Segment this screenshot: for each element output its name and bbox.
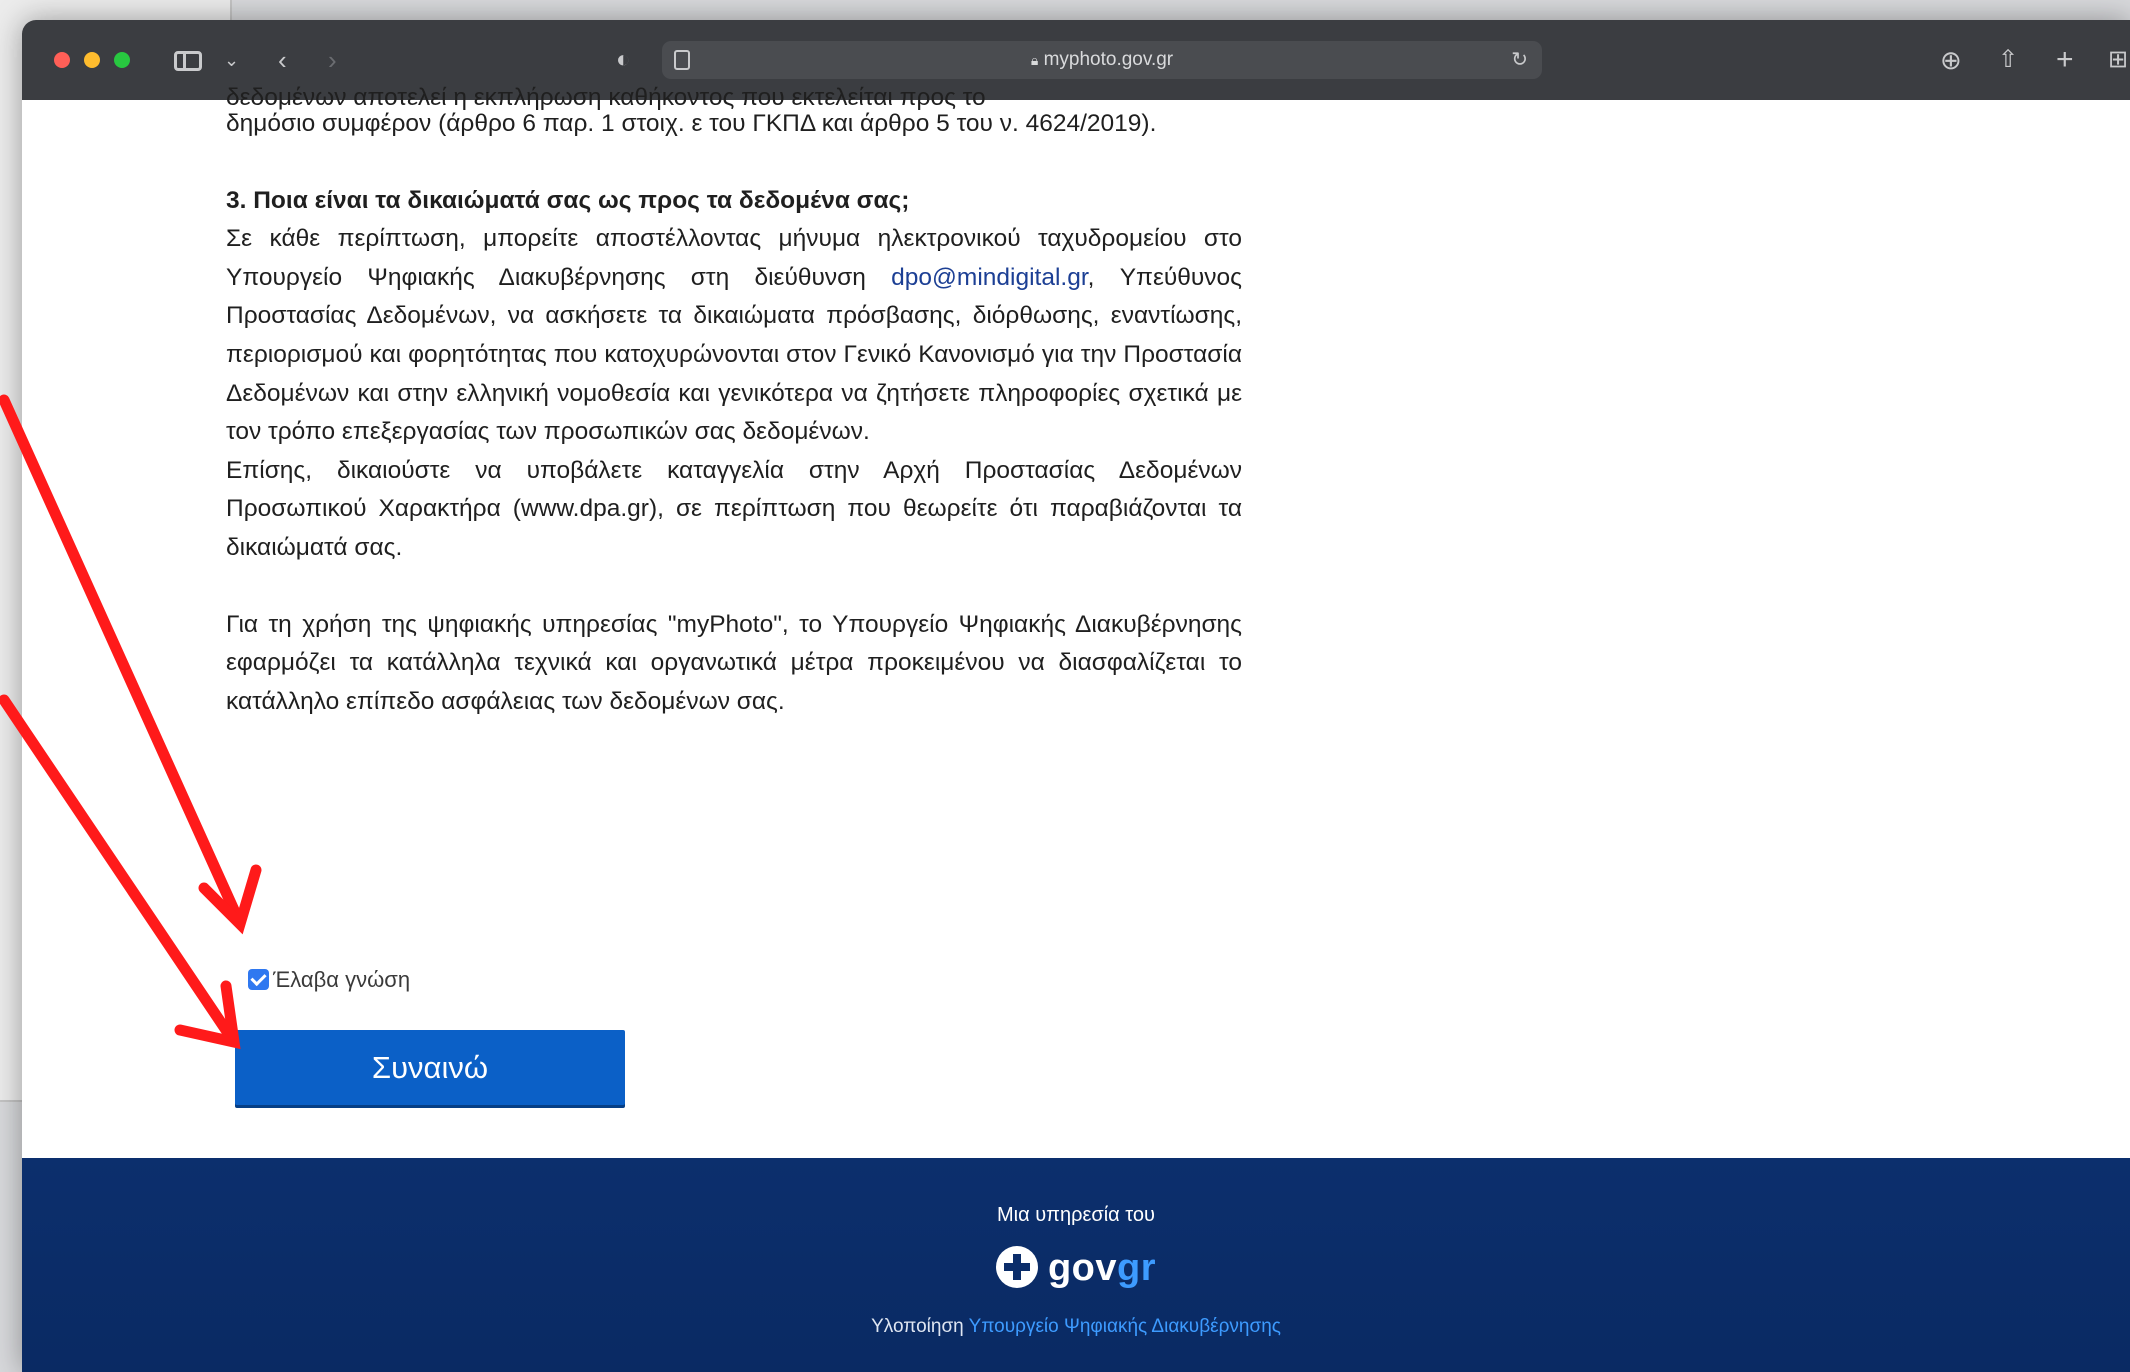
- new-tab-icon[interactable]: +: [2056, 42, 2074, 78]
- security-paragraph: Για τη χρήση της ψηφιακής υπηρεσίας "myP…: [226, 610, 1242, 715]
- footer-credit: Υλοποίηση Υπουργείο Ψηφιακής Διακυβέρνησ…: [22, 1316, 2130, 1338]
- address-bar[interactable]: 🔒︎ myphoto.gov.gr ↻: [662, 41, 1542, 79]
- minimize-window-button[interactable]: [84, 52, 100, 68]
- govgr-logo-gr: gr: [1117, 1247, 1157, 1289]
- tab-overview-icon[interactable]: ⊞: [2108, 42, 2128, 78]
- agree-button[interactable]: Συναινώ: [235, 1030, 625, 1105]
- dpo-email-link[interactable]: dpo@mindigital.gr: [891, 264, 1087, 291]
- browser-window: ⌄ ‹ › ◐ 🔒︎ myphoto.gov.gr ↻ ⊕ ⇧ + ⊞ δεδο…: [22, 20, 2130, 1372]
- lock-icon: 🔒︎: [1030, 52, 1039, 68]
- url-text: myphoto.gov.gr: [1043, 49, 1174, 70]
- credit-prefix: Υλοποίηση: [871, 1316, 964, 1337]
- intro-paragraph: δημόσιο συμφέρον (άρθρο 6 παρ. 1 στοιχ. …: [226, 110, 1157, 137]
- zoom-window-button[interactable]: [114, 52, 130, 68]
- sidebar-toggle-icon[interactable]: [174, 51, 202, 71]
- close-window-button[interactable]: [54, 52, 70, 68]
- footer: Μια υπηρεσία του govgr Υλοποίηση Υπουργε…: [22, 1158, 2130, 1372]
- complaint-paragraph: Επίσης, δικαιούστε να υποβάλετε καταγγελ…: [226, 456, 1242, 561]
- page-content: δεδομένων αποτελεί η εκπλήρωση καθήκοντο…: [22, 84, 2130, 1168]
- shield-icon[interactable]: ◐: [616, 42, 631, 78]
- ministry-link[interactable]: Υπουργείο Ψηφιακής Διακυβέρνησης: [969, 1316, 1281, 1337]
- acknowledge-checkbox[interactable]: [248, 969, 269, 990]
- reload-icon[interactable]: ↻: [1511, 41, 1528, 79]
- back-icon[interactable]: ‹: [278, 42, 287, 78]
- acknowledge-checkbox-row[interactable]: Έλαβα γνώση: [248, 966, 410, 994]
- acknowledge-label: Έλαβα γνώση: [273, 967, 411, 992]
- greek-emblem-icon: [995, 1246, 1038, 1288]
- footer-service-text: Μια υπηρεσία του: [997, 1204, 1155, 1226]
- chevron-down-icon[interactable]: ⌄: [224, 42, 239, 78]
- forward-icon[interactable]: ›: [328, 42, 337, 78]
- section-3-heading: 3. Ποια είναι τα δικαιώματά σας ως προς …: [226, 186, 910, 214]
- rights-paragraph: Σε κάθε περίπτωση, μπορείτε αποστέλλοντα…: [226, 220, 1242, 452]
- address-url[interactable]: 🔒︎ myphoto.gov.gr: [662, 41, 1542, 79]
- govgr-logo-gov: gov: [1047, 1247, 1118, 1289]
- download-icon[interactable]: ⊕: [1940, 42, 1962, 78]
- privacy-text: δημόσιο συμφέρον (άρθρο 6 παρ. 1 στοιχ. …: [226, 100, 1242, 721]
- govgr-logo[interactable]: govgr: [22, 1246, 2130, 1296]
- share-icon[interactable]: ⇧: [1998, 42, 2018, 78]
